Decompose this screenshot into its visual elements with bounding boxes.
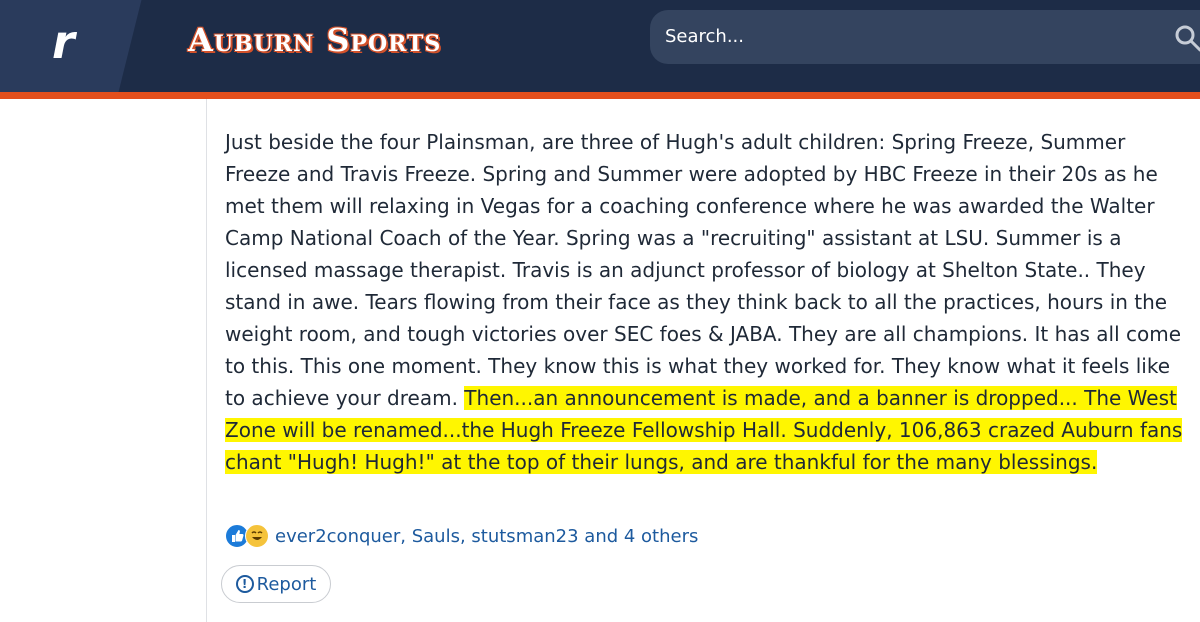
site-header: r Auburn Sports Search... xyxy=(0,0,1200,92)
post-body: Just beside the four Plainsman, are thre… xyxy=(225,126,1185,478)
search-placeholder: Search... xyxy=(665,26,745,47)
forum-post: Just beside the four Plainsman, are thre… xyxy=(207,99,1200,622)
post-text: Just beside the four Plainsman, are thre… xyxy=(225,130,1182,410)
alert-circle-icon: ! xyxy=(235,575,254,593)
search-icon[interactable] xyxy=(1174,24,1200,52)
reaction-names-link[interactable]: ever2conquer, Sauls, stutsman23 and 4 ot… xyxy=(275,526,698,547)
search-input[interactable]: Search... xyxy=(650,10,1200,64)
brand-title[interactable]: Auburn Sports xyxy=(188,18,441,62)
header-accent-stripe xyxy=(0,92,1200,99)
report-button[interactable]: ! Report xyxy=(221,565,331,603)
reaction-bar[interactable]: ever2conquer, Sauls, stutsman23 and 4 ot… xyxy=(225,522,698,550)
laugh-icon xyxy=(245,524,269,548)
site-logo[interactable]: r xyxy=(52,12,92,72)
report-label: Report xyxy=(256,573,317,595)
left-rail xyxy=(0,99,207,622)
